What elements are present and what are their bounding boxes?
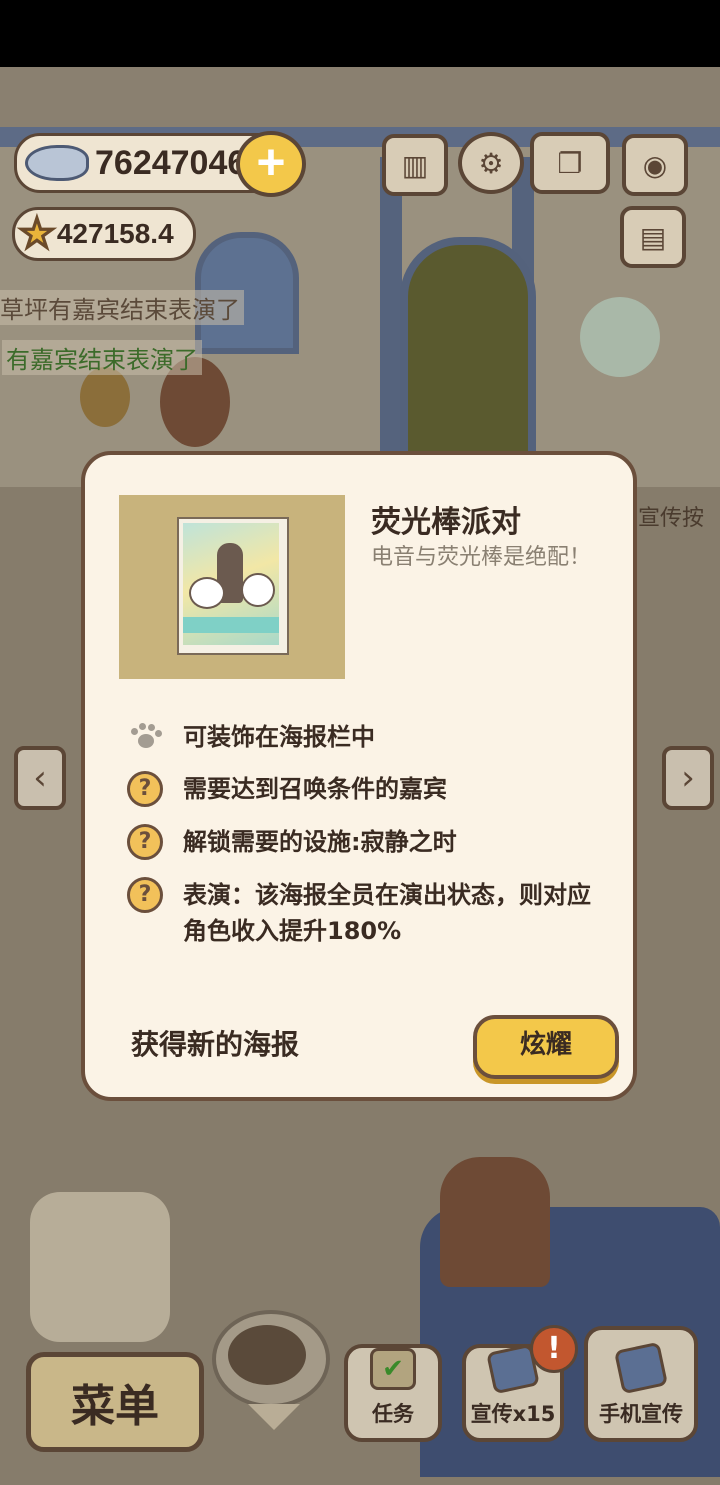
ranking-icon: ▥ [401,148,429,182]
add-fish-button[interactable]: + [236,131,306,197]
poster-title: 荧光棒派对 [371,505,521,540]
camera-button[interactable]: ◉ [622,134,688,196]
ranking-button[interactable]: ▥ [382,134,448,196]
question-icon[interactable]: ? [127,824,163,860]
status-bar [0,0,720,67]
paw-icon [127,719,163,755]
question-icon[interactable]: ? [127,771,163,807]
poster-stage [183,617,279,633]
feature-text: 可装饰在海报栏中 [183,723,375,751]
poster-detail-dialog: 荧光棒派对 电音与荧光棒是绝配！ 可装饰在海报栏中 ? 需要达到召唤条件的嘉宾 … [81,451,637,1101]
camera-icon: ◉ [642,148,668,182]
feature-text: 需要达到召唤条件的嘉宾 [183,775,447,803]
phone-promo-label: 手机宣传 [599,1402,683,1426]
feature-row: ? 表演：该海报全员在演出状态，则对应角色收入提升180% [127,877,608,949]
show-off-button[interactable]: 炫耀 [473,1015,619,1079]
star-count: 427158.4 [56,218,174,249]
phone-promo-icon [613,1341,669,1395]
checkmark-icon: ✔ [370,1348,416,1390]
flower-vase [30,1192,170,1342]
phone-promo-button[interactable]: 手机宣传 [584,1326,698,1442]
next-arrow-button[interactable]: › [662,746,714,810]
poster-board-button[interactable]: ▤ [620,206,686,268]
paw-book-icon: ❐ [557,146,583,180]
menu-button[interactable]: 菜单 [26,1352,204,1452]
tasks-label: 任务 [372,1402,414,1426]
poster-chicken-character [241,573,275,607]
background-promo-label: 宣传按 [638,506,705,531]
globe-decoration [580,297,660,377]
chevron-down-icon[interactable] [248,1404,300,1430]
feature-text: 解锁需要的设施:寂静之时 [183,828,457,856]
tasks-button[interactable]: ✔ 任务 [344,1344,442,1442]
obtain-label: 获得新的海报 [131,1028,300,1061]
poster-description: 电音与荧光棒是绝配！ [371,545,592,570]
fish-icon [25,145,89,181]
event-message: 有嘉宾结束表演了 [2,340,202,375]
settings-button[interactable]: ⚙ [458,132,524,194]
alert-badge: ! [530,1325,578,1373]
poster-board-icon: ▤ [639,220,667,254]
coffee-machine [440,1157,550,1287]
previous-arrow-button[interactable]: ‹ [14,746,66,810]
chevron-left-icon: ‹ [33,758,47,798]
fish-count: 76247046 [95,143,247,182]
star-currency: ★ 427158.4 [12,207,196,261]
feature-row: 可装饰在海报栏中 [127,719,623,755]
star-icon: ★ [18,212,56,256]
event-message: 草坪有嘉宾结束表演了 [0,290,244,325]
question-icon[interactable]: ? [127,877,163,913]
poster-bird-character [189,577,225,609]
feature-row: ? 需要达到召唤条件的嘉宾 [127,771,623,807]
collection-book-button[interactable]: ❐ [530,132,610,194]
feature-text: 表演：该海报全员在演出状态，则对应角色收入提升180% [183,881,591,945]
plate-food [228,1325,306,1385]
settings-gear-icon: ⚙ [478,146,504,180]
promo-label: 宣传x15 [470,1402,556,1426]
chevron-right-icon: › [681,758,695,798]
moon-decoration [80,367,130,427]
feature-row: ? 解锁需要的设施:寂静之时 [127,824,623,860]
pillar [380,157,402,487]
